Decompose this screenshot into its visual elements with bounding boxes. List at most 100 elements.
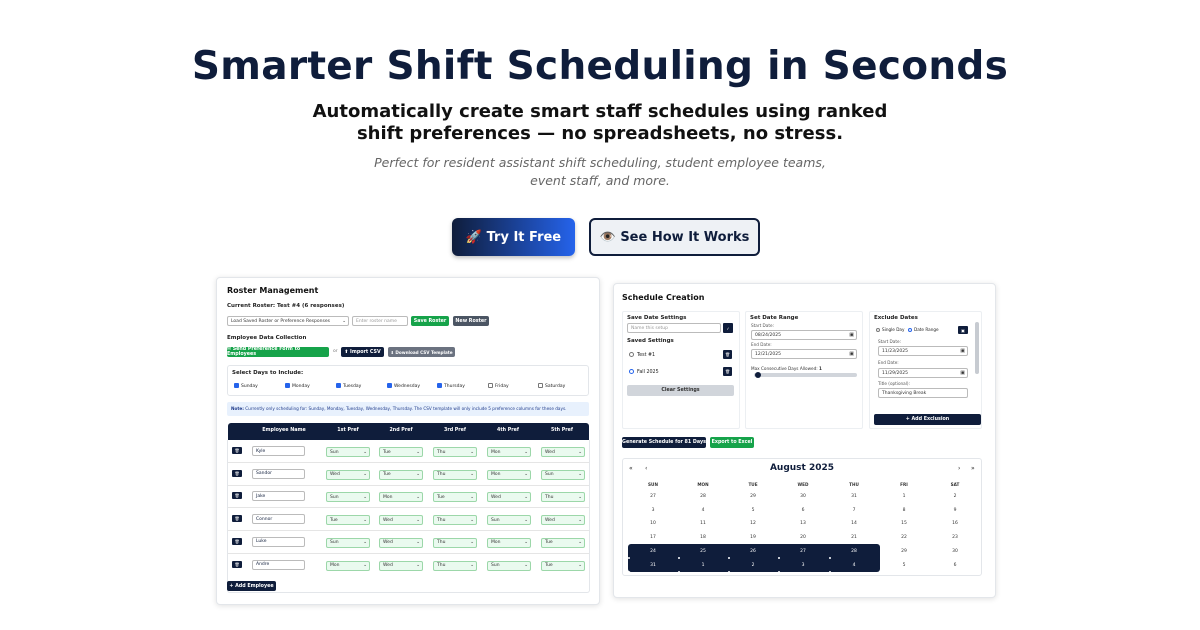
employee-name-input[interactable]: Kyle <box>252 446 305 456</box>
calendar-day[interactable]: 30 <box>930 549 980 554</box>
calendar-day[interactable]: 18 <box>678 535 728 540</box>
preference-select[interactable]: Thu ⌄ <box>433 447 477 457</box>
calendar-day[interactable]: 16 <box>930 521 980 526</box>
preference-select[interactable]: Tue ⌄ <box>379 447 423 457</box>
trash-icon[interactable]: 🗑 <box>232 492 242 500</box>
employee-name-input[interactable]: Luke <box>252 536 305 547</box>
calendar-day[interactable]: 28 <box>829 549 879 554</box>
calendar-day[interactable]: 17 <box>628 535 678 540</box>
preference-select[interactable]: Sun ⌄ <box>541 469 585 480</box>
preference-select[interactable]: Mon ⌄ <box>326 560 370 571</box>
calendar-day[interactable]: 31 <box>829 494 879 499</box>
preference-select[interactable]: Mon ⌄ <box>379 492 423 503</box>
end-date-input[interactable]: 12/21/2025 ▣ <box>751 349 857 359</box>
setup-name-input[interactable]: Name this setup <box>627 323 721 333</box>
preference-select[interactable]: Thu ⌄ <box>541 492 585 503</box>
calendar-day[interactable]: 11 <box>678 521 728 526</box>
calendar-day[interactable]: 27 <box>628 494 678 499</box>
export-excel-button[interactable]: Export to Excel <box>710 437 754 448</box>
employee-name-input[interactable]: Andre <box>252 559 305 570</box>
calendar-day[interactable]: 3 <box>778 563 828 568</box>
preference-select[interactable]: Sun ⌄ <box>326 537 370 548</box>
calendar-day[interactable]: 30 <box>778 494 828 499</box>
preference-select[interactable]: Sun ⌄ <box>487 560 531 571</box>
calendar-day[interactable]: 27 <box>778 549 828 554</box>
calendar-day[interactable]: 24 <box>628 549 678 554</box>
preference-select[interactable]: Wed ⌄ <box>541 515 585 526</box>
try-free-button[interactable]: 🚀 Try It Free <box>452 218 575 256</box>
preference-select[interactable]: Thu ⌄ <box>433 560 477 571</box>
roster-name-input[interactable]: Enter roster name <box>352 316 408 326</box>
preference-select[interactable]: Thu ⌄ <box>433 515 477 526</box>
save-setup-icon[interactable]: ✓ <box>723 323 733 333</box>
calendar-day[interactable]: 22 <box>879 535 929 540</box>
new-roster-button[interactable]: New Roster <box>453 316 489 326</box>
saved-setting-1[interactable]: Test #1 <box>629 352 655 358</box>
preference-select[interactable]: Sun ⌄ <box>487 515 531 526</box>
calendar-day[interactable]: 29 <box>879 549 929 554</box>
calendar-day[interactable]: 2 <box>930 494 980 499</box>
calendar-day[interactable]: 10 <box>628 521 678 526</box>
preference-select[interactable]: Wed ⌄ <box>487 492 531 503</box>
preference-select[interactable]: Wed ⌄ <box>379 537 423 548</box>
calendar-day[interactable]: 12 <box>728 521 778 526</box>
preference-select[interactable]: Sun ⌄ <box>326 447 370 457</box>
preference-select[interactable]: Mon ⌄ <box>487 447 531 457</box>
preference-select[interactable]: Wed ⌄ <box>541 447 585 457</box>
trash-icon[interactable]: 🗑 <box>232 447 242 454</box>
see-how-button[interactable]: 👁️ See How It Works <box>589 218 760 256</box>
trash-icon[interactable]: 🗑 <box>723 367 732 376</box>
calendar-day[interactable]: 23 <box>930 535 980 540</box>
save-exclusion-icon[interactable]: ▣ <box>958 326 968 334</box>
preference-select[interactable]: Mon ⌄ <box>487 469 531 480</box>
scrollbar[interactable] <box>975 322 979 374</box>
date-range-radio[interactable]: Date Range <box>908 327 939 332</box>
calendar-day[interactable]: 20 <box>778 535 828 540</box>
day-checkbox-1[interactable]: Monday <box>285 383 310 389</box>
download-template-button[interactable]: ⬇ Download CSV Template <box>388 347 455 357</box>
calendar-day[interactable]: 31 <box>628 563 678 568</box>
day-checkbox-3[interactable]: Wednesday <box>387 383 420 389</box>
nav-prev-button[interactable]: ‹ <box>645 465 647 472</box>
calendar-day[interactable]: 25 <box>678 549 728 554</box>
slider-thumb[interactable] <box>755 372 761 378</box>
load-roster-select[interactable]: Load Saved Roster or Preference Response… <box>227 316 349 326</box>
add-employee-button[interactable]: + Add Employee <box>227 581 276 591</box>
calendar-day[interactable]: 1 <box>678 563 728 568</box>
single-day-radio[interactable]: Single Day <box>876 327 904 332</box>
preference-select[interactable]: Sun ⌄ <box>326 492 370 503</box>
calendar-day[interactable]: 4 <box>829 563 879 568</box>
nav-first-button[interactable]: « <box>629 465 633 472</box>
day-checkbox-4[interactable]: Thursday <box>437 383 465 389</box>
preference-select[interactable]: Tue ⌄ <box>541 560 585 571</box>
preference-select[interactable]: Wed ⌄ <box>326 469 370 480</box>
add-exclusion-button[interactable]: + Add Exclusion <box>874 414 981 425</box>
calendar-day[interactable]: 3 <box>628 508 678 513</box>
calendar-day[interactable]: 1 <box>879 494 929 499</box>
calendar-day[interactable]: 5 <box>728 508 778 513</box>
trash-icon[interactable]: 🗑 <box>723 350 732 359</box>
employee-name-input[interactable]: Sandor <box>252 468 305 479</box>
calendar-day[interactable]: 6 <box>778 508 828 513</box>
calendar-day[interactable]: 6 <box>930 563 980 568</box>
day-checkbox-0[interactable]: Sunday <box>234 383 258 389</box>
generate-schedule-button[interactable]: Generate Schedule for 81 Days <box>622 437 706 448</box>
employee-name-input[interactable]: Connor <box>252 514 305 525</box>
calendar-day[interactable]: 13 <box>778 521 828 526</box>
calendar-day[interactable]: 5 <box>879 563 929 568</box>
employee-name-input[interactable]: Jake <box>252 491 305 502</box>
preference-select[interactable]: Tue ⌄ <box>433 492 477 503</box>
ex-title-input[interactable]: Thanksgiving Break <box>878 388 968 398</box>
clear-settings-button[interactable]: Clear Settings <box>627 385 734 396</box>
ex-end-input[interactable]: 11/29/2025 ▣ <box>878 368 968 378</box>
calendar-day[interactable]: 26 <box>728 549 778 554</box>
ex-start-input[interactable]: 11/23/2025 ▣ <box>878 346 968 356</box>
calendar-day[interactable]: 21 <box>829 535 879 540</box>
preference-select[interactable]: Wed ⌄ <box>379 560 423 571</box>
save-roster-button[interactable]: Save Roster <box>411 316 449 326</box>
calendar-day[interactable]: 8 <box>879 508 929 513</box>
calendar-day[interactable]: 2 <box>728 563 778 568</box>
import-csv-button[interactable]: ⬆ Import CSV <box>341 347 384 357</box>
calendar-day[interactable]: 19 <box>728 535 778 540</box>
calendar-day[interactable]: 4 <box>678 508 728 513</box>
